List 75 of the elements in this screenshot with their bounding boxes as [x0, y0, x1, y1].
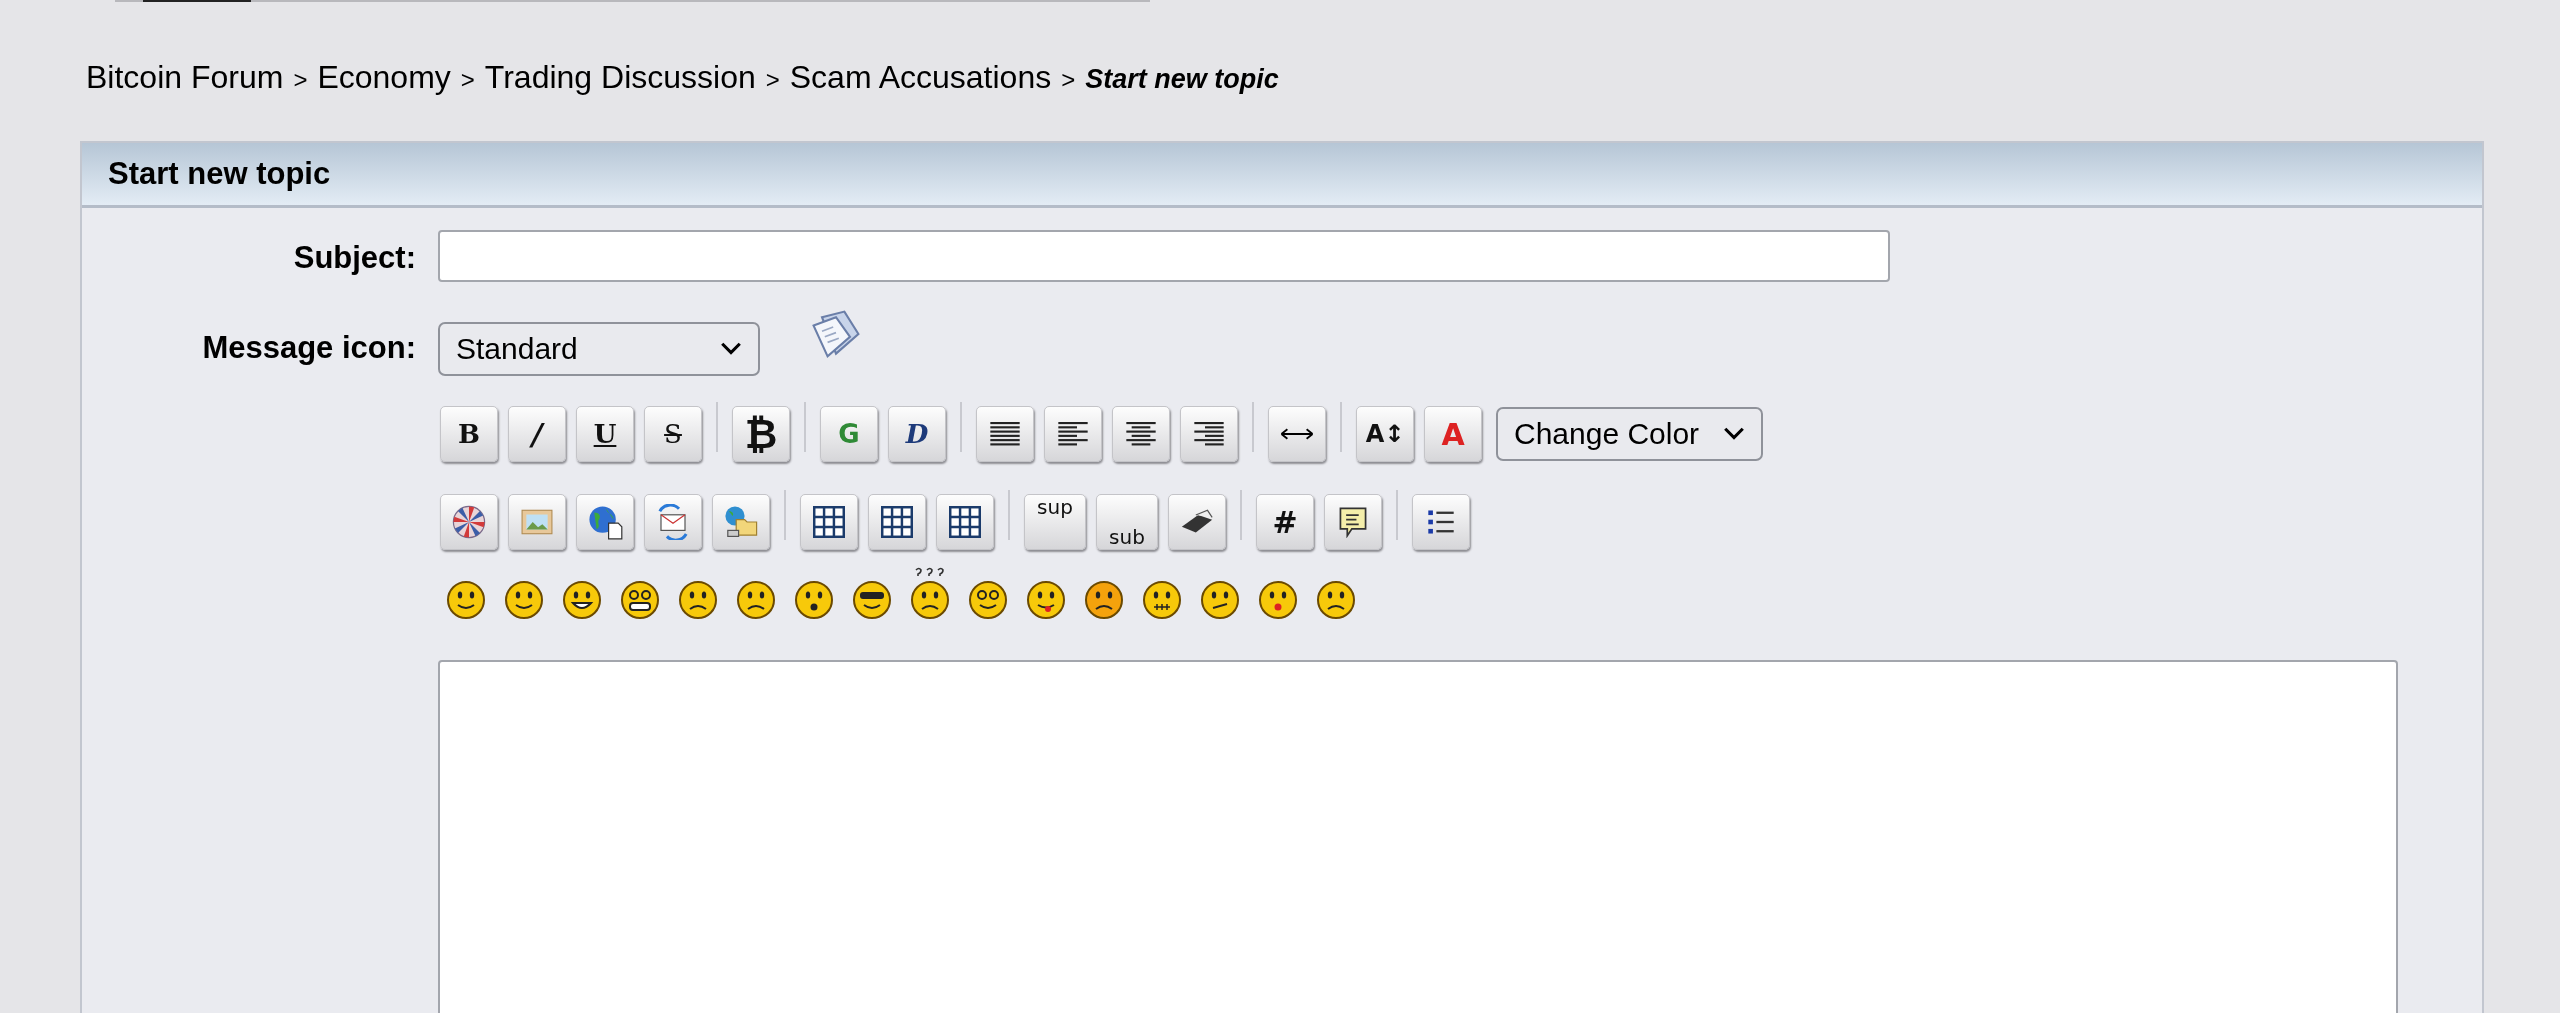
- breadcrumb-separator: >: [765, 66, 780, 94]
- subject-label: Subject:: [293, 240, 416, 276]
- smiley-icon[interactable]: [736, 580, 776, 620]
- font-size-button[interactable]: A↕: [1356, 406, 1414, 462]
- smiley-icon[interactable]: [1200, 580, 1240, 620]
- table-button[interactable]: [800, 494, 858, 550]
- smiley-icon[interactable]: [968, 580, 1008, 620]
- bold-button[interactable]: B: [440, 406, 498, 462]
- chevron-down-icon: [1723, 427, 1746, 441]
- table-button[interactable]: [868, 494, 926, 550]
- align-justify-button[interactable]: [976, 406, 1034, 462]
- smiley-icon[interactable]: [1258, 580, 1298, 620]
- horizontal-rule-button[interactable]: [1268, 406, 1326, 462]
- italic-button[interactable]: /: [508, 406, 566, 462]
- align-lines-icon: [1057, 420, 1089, 448]
- breadcrumb-link[interactable]: Scam Accusations: [789, 59, 1052, 96]
- list-button[interactable]: [1412, 494, 1470, 550]
- message-icon-dropdown[interactable]: Standard: [438, 322, 760, 376]
- strikethrough-button[interactable]: S: [644, 406, 702, 462]
- message-icon-label: Message icon:: [202, 330, 416, 366]
- align-left-button[interactable]: [1044, 406, 1102, 462]
- table-button[interactable]: [936, 494, 994, 550]
- underline-button[interactable]: U: [576, 406, 634, 462]
- link-button[interactable]: [576, 494, 634, 550]
- globe-icon: [587, 504, 623, 540]
- code-button[interactable]: #: [1256, 494, 1314, 550]
- smiley-icon[interactable]: [1316, 580, 1356, 620]
- subscript-button[interactable]: sub: [1096, 494, 1158, 550]
- quote-button[interactable]: [1324, 494, 1382, 550]
- smiley-icon[interactable]: [446, 580, 486, 620]
- superscript-button[interactable]: sup: [1024, 494, 1086, 550]
- color-dropdown[interactable]: Change Color: [1496, 407, 1764, 461]
- breadcrumb-separator: >: [460, 66, 475, 94]
- align-right-button[interactable]: [1180, 406, 1238, 462]
- double-arrow-icon: [1279, 428, 1315, 440]
- breadcrumb-link[interactable]: Economy: [317, 59, 451, 96]
- pinwheel-icon: [451, 504, 487, 540]
- smiley-icon[interactable]: [1026, 580, 1066, 620]
- smiley-icon[interactable]: [504, 580, 544, 620]
- align-lines-icon: [1125, 420, 1157, 448]
- shadow-button[interactable]: D: [888, 406, 946, 462]
- speech-bubble-icon: [1338, 506, 1368, 538]
- panel-title: Start new topic: [108, 156, 331, 192]
- picture-icon: [521, 509, 553, 535]
- smiley-icon[interactable]: [1142, 580, 1182, 620]
- smiley-icon[interactable]: [910, 566, 950, 620]
- smiley-icon[interactable]: [852, 580, 892, 620]
- smiley-icon[interactable]: [678, 580, 718, 620]
- align-lines-icon: [1193, 420, 1225, 448]
- breadcrumb-separator: >: [1061, 66, 1076, 94]
- smiley-icon[interactable]: [562, 580, 602, 620]
- bitcoin-button[interactable]: ₿: [732, 406, 790, 462]
- font-color-button[interactable]: A: [1424, 406, 1482, 462]
- smiley-icon[interactable]: [794, 580, 834, 620]
- table-icon: [813, 506, 845, 538]
- teletype-button[interactable]: [1168, 494, 1226, 550]
- flash-button[interactable]: [440, 494, 498, 550]
- breadcrumb-separator: >: [293, 66, 308, 94]
- subject-field[interactable]: [438, 230, 1890, 282]
- breadcrumb-link[interactable]: Trading Discussion: [484, 59, 756, 96]
- table-icon: [949, 506, 981, 538]
- list-icon: [1426, 507, 1456, 537]
- smiley-icon[interactable]: [620, 580, 660, 620]
- table-icon: [881, 506, 913, 538]
- image-button[interactable]: [508, 494, 566, 550]
- align-lines-icon: [989, 420, 1021, 448]
- folder-icon: [723, 504, 759, 540]
- glow-button[interactable]: G: [820, 406, 878, 462]
- chevron-down-icon: [720, 342, 742, 356]
- smiley-icon[interactable]: [1084, 580, 1124, 620]
- email-button[interactable]: [644, 494, 702, 550]
- breadcrumb-link[interactable]: Bitcoin Forum: [86, 59, 284, 96]
- ftp-button[interactable]: [712, 494, 770, 550]
- breadcrumb-current: Start new topic: [1085, 64, 1279, 95]
- align-center-button[interactable]: [1112, 406, 1170, 462]
